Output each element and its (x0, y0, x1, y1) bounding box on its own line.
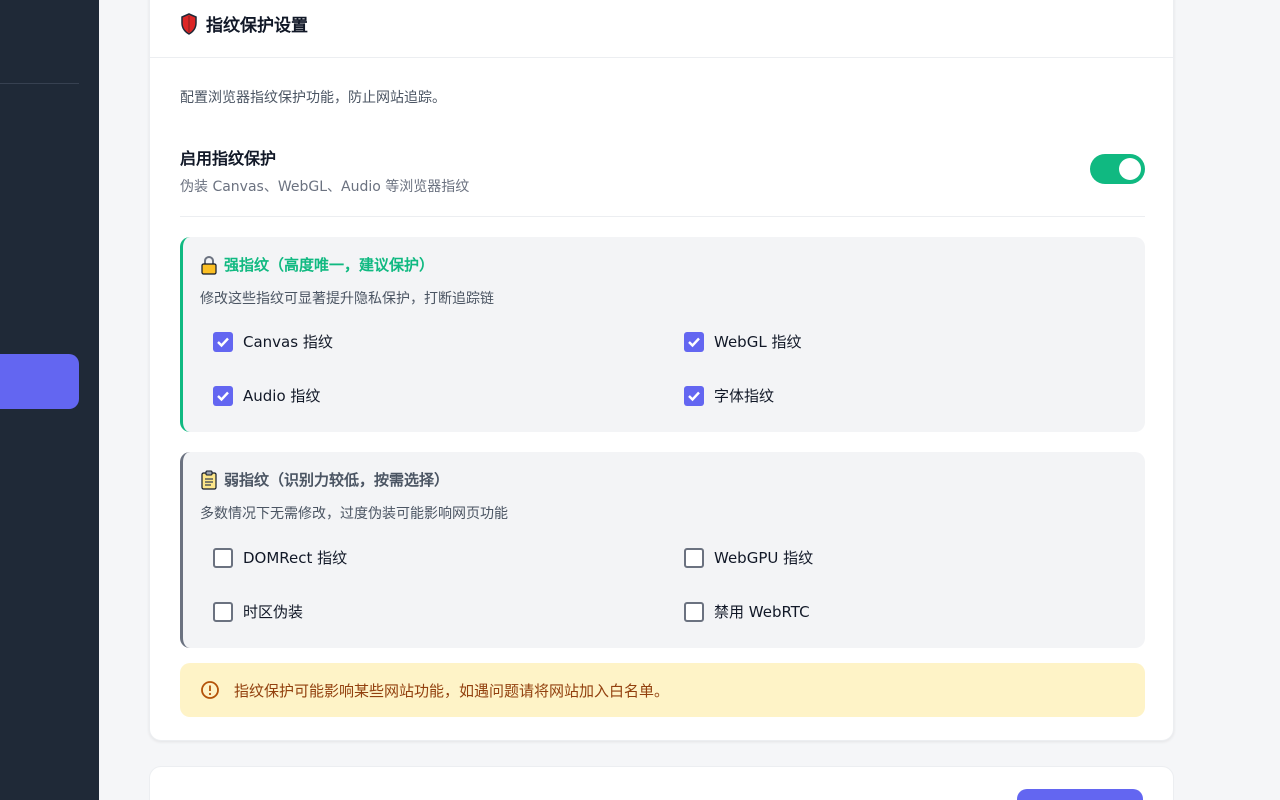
checkbox-webgpu-fingerprint[interactable]: WebGPU 指纹 (684, 547, 813, 568)
lock-icon (200, 255, 218, 275)
checkbox-disable-webrtc[interactable]: 禁用 WebRTC (684, 601, 810, 622)
option-label: DOMRect 指纹 (243, 549, 348, 567)
weak-group-title-text: 弱指纹（识别力较低，按需选择） (224, 471, 450, 489)
checkbox-checked-icon[interactable] (684, 385, 704, 406)
strong-fingerprint-group: 强指纹（高度唯一，建议保护） 修改这些指纹可显著提升隐私保护，打断追踪链 Can… (180, 237, 1145, 432)
option-label: 禁用 WebRTC (714, 603, 810, 621)
strong-group-title: 强指纹（高度唯一，建议保护） (200, 254, 434, 275)
sidebar-active-item[interactable] (0, 354, 79, 409)
checkbox-canvas-fingerprint[interactable]: Canvas 指纹 (213, 331, 333, 352)
option-label: 字体指纹 (714, 387, 775, 405)
warning-banner: 指纹保护可能影响某些网站功能，如遇问题请将网站加入白名单。 (180, 663, 1145, 717)
checkbox-checked-icon[interactable] (213, 385, 233, 406)
weak-fingerprint-group: 弱指纹（识别力较低，按需选择） 多数情况下无需修改，过度伪装可能影响网页功能 D… (180, 452, 1145, 648)
option-label: WebGL 指纹 (714, 333, 802, 351)
clipboard-icon (200, 470, 218, 490)
option-label: WebGPU 指纹 (714, 549, 814, 567)
option-label: Canvas 指纹 (243, 333, 333, 351)
section-title: 指纹保护设置 (180, 11, 308, 36)
checkbox-unchecked-icon[interactable] (213, 601, 233, 622)
alert-circle-icon (200, 680, 220, 700)
option-label: 时区伪装 (243, 603, 304, 621)
sidebar-divider (0, 83, 79, 84)
checkbox-unchecked-icon[interactable] (213, 547, 233, 568)
checkbox-font-fingerprint[interactable]: 字体指纹 (684, 385, 774, 406)
shield-icon (180, 12, 198, 35)
toggle-title: 启用指纹保护 (180, 149, 277, 168)
card-header: 指纹保护设置 (150, 0, 1173, 58)
secondary-card (149, 766, 1174, 800)
toggle-knob (1119, 158, 1141, 180)
checkbox-checked-icon[interactable] (684, 331, 704, 352)
checkbox-unchecked-icon[interactable] (684, 547, 704, 568)
sidebar (0, 0, 99, 800)
fingerprint-settings-card: 指纹保护设置 配置浏览器指纹保护功能，防止网站追踪。 启用指纹保护 伪装 Can… (149, 0, 1174, 741)
weak-group-title: 弱指纹（识别力较低，按需选择） (200, 469, 449, 490)
checkbox-webgl-fingerprint[interactable]: WebGL 指纹 (684, 331, 801, 352)
checkbox-unchecked-icon[interactable] (684, 601, 704, 622)
section-description: 配置浏览器指纹保护功能，防止网站追踪。 (180, 90, 446, 106)
checkbox-domrect-fingerprint[interactable]: DOMRect 指纹 (213, 547, 347, 568)
enable-protection-toggle[interactable] (1090, 154, 1145, 184)
strong-group-title-text: 强指纹（高度唯一，建议保护） (224, 256, 435, 274)
enable-protection-row: 启用指纹保护 伪装 Canvas、WebGL、Audio 等浏览器指纹 (180, 141, 1145, 217)
checkbox-audio-fingerprint[interactable]: Audio 指纹 (213, 385, 320, 406)
section-title-text: 指纹保护设置 (206, 16, 308, 36)
warning-text: 指纹保护可能影响某些网站功能，如遇问题请将网站加入白名单。 (234, 681, 670, 700)
checkbox-timezone-spoof[interactable]: 时区伪装 (213, 601, 303, 622)
option-label: Audio 指纹 (243, 387, 321, 405)
checkbox-checked-icon[interactable] (213, 331, 233, 352)
weak-group-description: 多数情况下无需修改，过度伪装可能影响网页功能 (200, 506, 508, 522)
toggle-subtitle: 伪装 Canvas、WebGL、Audio 等浏览器指纹 (180, 179, 470, 195)
primary-action-button[interactable] (1017, 789, 1143, 800)
strong-group-description: 修改这些指纹可显著提升隐私保护，打断追踪链 (200, 291, 494, 307)
